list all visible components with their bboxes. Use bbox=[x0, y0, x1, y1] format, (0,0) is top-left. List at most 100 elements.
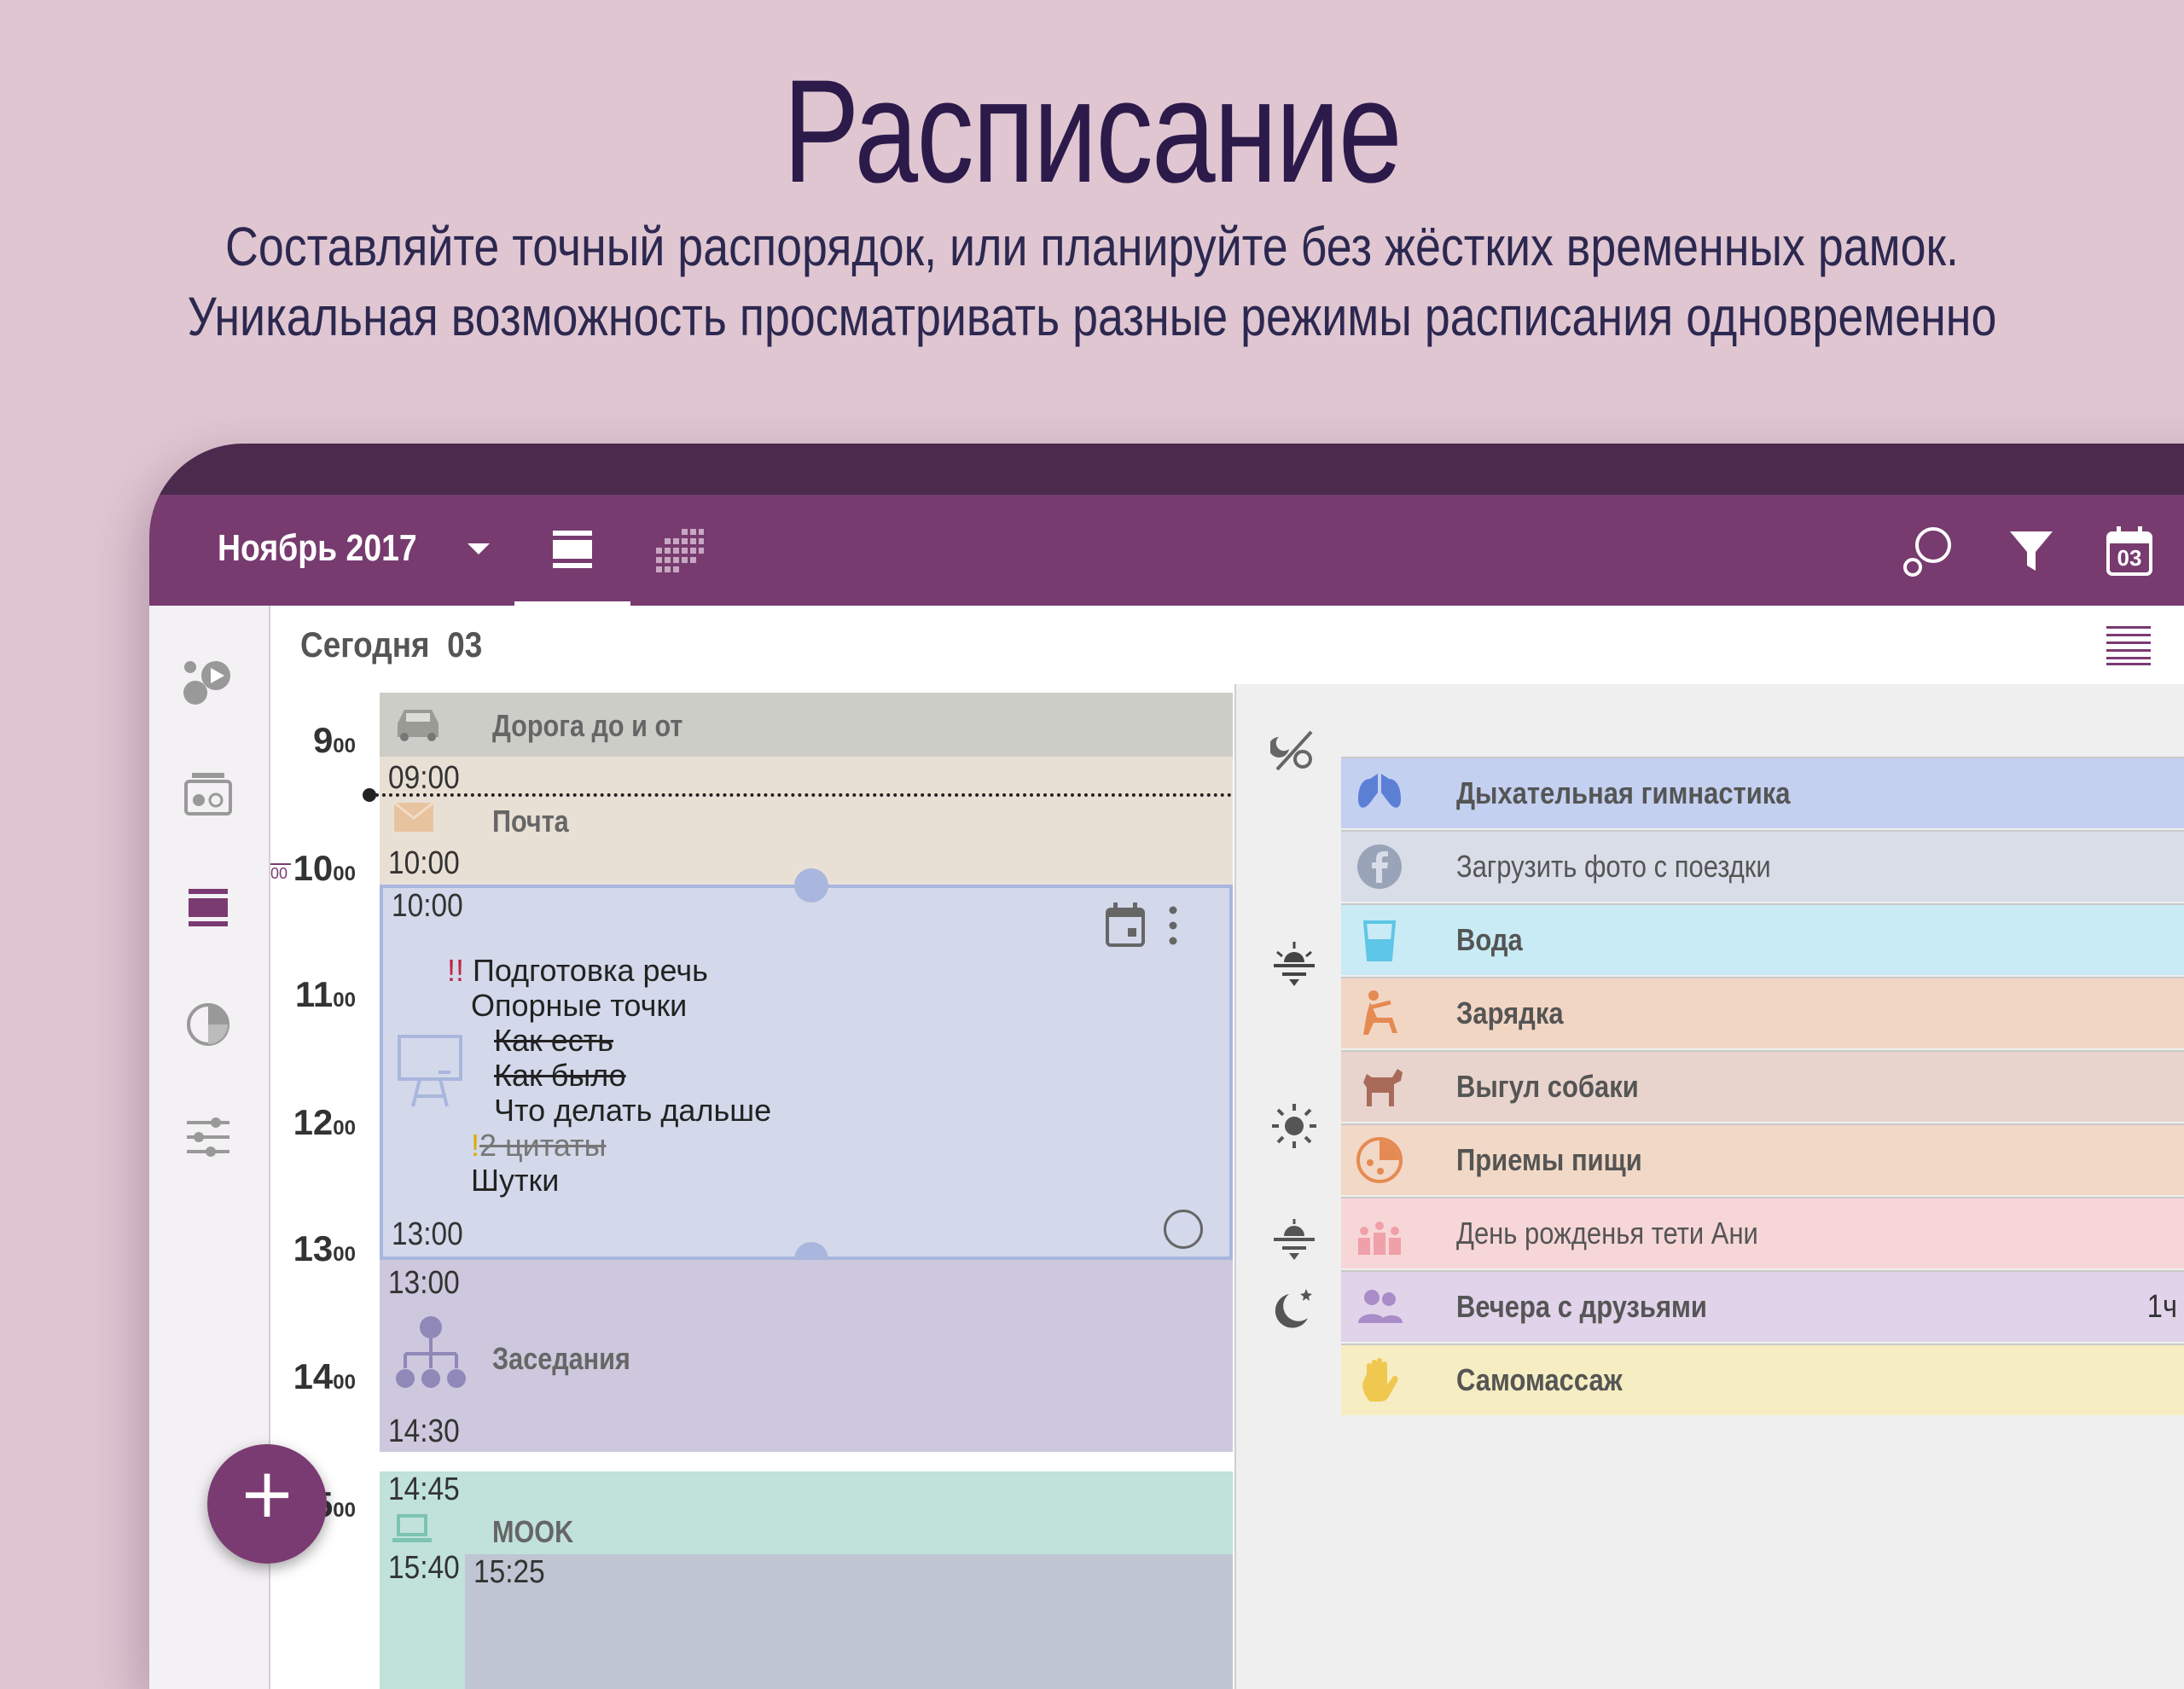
task-name: Дыхательная гимнастика bbox=[1456, 775, 1791, 810]
app-bar: Ноябрь 2017 03 bbox=[149, 495, 2184, 606]
sidebar-item-goals[interactable] bbox=[182, 655, 235, 708]
speech-item1: Как есть bbox=[494, 1023, 614, 1058]
task-name: Выгул собаки bbox=[1456, 1069, 1639, 1104]
tab-list-view[interactable] bbox=[514, 495, 630, 606]
compact-list-icon[interactable] bbox=[2106, 624, 2151, 665]
search-icon[interactable] bbox=[1902, 525, 1955, 578]
today-text: Сегодня bbox=[300, 624, 430, 665]
event-road-title: Дорога до и от bbox=[492, 708, 683, 743]
month-selector[interactable]: Ноябрь 2017 bbox=[218, 527, 417, 570]
more-vert-icon[interactable] bbox=[1166, 905, 1180, 946]
event-speech[interactable]: 10:00 !! Подготовка речь Опорные точки К… bbox=[380, 885, 1233, 1260]
event-mail[interactable]: 09:00 Почта 10:00 bbox=[380, 757, 1233, 885]
speech-sub1: Опорные точки bbox=[471, 988, 688, 1023]
timeline: 900 1000 1100 1200 1300 1400 500 00 Доро… bbox=[270, 684, 1234, 1689]
complete-checkbox[interactable] bbox=[1164, 1210, 1203, 1249]
task-row[interactable]: Приемы пищи1ч bbox=[1341, 1123, 2184, 1195]
event-speech-start: 10:00 bbox=[392, 888, 463, 924]
resize-handle-top[interactable] bbox=[794, 868, 828, 903]
exercise-icon bbox=[1355, 989, 1404, 1038]
task-duration: 1ч 20м bbox=[2146, 1289, 2184, 1325]
event-next-start: 15:25 bbox=[473, 1554, 545, 1590]
hero-title: Расписание bbox=[782, 49, 1403, 213]
event-meetings[interactable]: 13:00 Заседания 14:30 bbox=[380, 1260, 1233, 1452]
speech-title: !! Подготовка речь bbox=[447, 953, 708, 988]
task-row[interactable]: Зарядка15м bbox=[1341, 977, 2184, 1048]
event-speech-end: 13:00 bbox=[392, 1216, 463, 1252]
event-mail-end: 10:00 bbox=[388, 845, 460, 881]
day-night-icon[interactable] bbox=[1270, 727, 1318, 775]
unscheduled-pane: Дыхательная гимнастика15мЗагрузить фото … bbox=[1234, 684, 2184, 1689]
org-chart-icon bbox=[396, 1316, 466, 1388]
sun-icon[interactable] bbox=[1270, 1102, 1318, 1150]
speech-item4: !2 цитаты bbox=[471, 1128, 607, 1163]
calendar-today-icon[interactable]: 03 bbox=[2103, 525, 2156, 578]
task-row[interactable]: Вечера с друзьями 1ч 20м bbox=[1341, 1270, 2184, 1342]
filter-icon[interactable] bbox=[2005, 525, 2058, 578]
task-name: Самомассаж bbox=[1456, 1362, 1623, 1397]
sidebar-item-templates[interactable] bbox=[182, 768, 235, 821]
hero-subtitle-line1: Составляйте точный распорядок, или плани… bbox=[225, 216, 1959, 277]
task-row[interactable]: Загрузить фото с поездки3 bbox=[1341, 830, 2184, 902]
event-mail-title: Почта bbox=[492, 804, 569, 839]
sunrise-icon[interactable] bbox=[1270, 940, 1318, 988]
app-screen: Ноябрь 2017 03 Сегодня 03 900 1000 1100 … bbox=[149, 495, 2184, 1689]
water-glass-icon bbox=[1355, 915, 1404, 965]
task-row[interactable]: День рожденья тети Ани bbox=[1341, 1197, 2184, 1268]
tablet-frame: Ноябрь 2017 03 Сегодня 03 900 1000 1100 … bbox=[149, 444, 2184, 1689]
task-row[interactable]: Выгул собаки30м bbox=[1341, 1050, 2184, 1122]
sidebar-item-statistics[interactable] bbox=[182, 996, 235, 1049]
event-meetings-title: Заседания bbox=[492, 1341, 630, 1376]
speech-item3: Что делать дальше bbox=[494, 1093, 772, 1128]
calendar-today-label: 03 bbox=[2117, 545, 2142, 571]
day-header: Сегодня 03 bbox=[270, 606, 2184, 686]
night-moon-icon[interactable] bbox=[1270, 1286, 1318, 1333]
hour-label: 1300 bbox=[293, 1228, 356, 1268]
hand-icon bbox=[1355, 1355, 1404, 1405]
today-label[interactable]: Сегодня 03 bbox=[300, 624, 482, 665]
task-name: Приемы пищи bbox=[1456, 1142, 1642, 1177]
today-day-number: 03 bbox=[447, 624, 483, 665]
event-road[interactable]: Дорога до и от bbox=[380, 693, 1233, 757]
task-row[interactable]: Вода8 bbox=[1341, 903, 2184, 975]
lungs-icon bbox=[1355, 769, 1404, 818]
event-next[interactable]: 15:25 bbox=[465, 1554, 1233, 1689]
event-meetings-end: 14:30 bbox=[388, 1413, 460, 1449]
event-mooc-title: MOOK bbox=[492, 1514, 574, 1549]
speech-item2: Как было bbox=[494, 1058, 626, 1093]
friends-icon bbox=[1355, 1282, 1404, 1332]
task-name: Вода bbox=[1456, 922, 1523, 957]
car-icon bbox=[398, 710, 439, 741]
calendar-icon[interactable] bbox=[1104, 901, 1147, 949]
chevron-down-icon[interactable] bbox=[468, 543, 490, 554]
hour-label: 1100 bbox=[294, 974, 356, 1014]
task-row[interactable]: Дыхательная гимнастика15м bbox=[1341, 757, 2184, 828]
sidebar-item-settings[interactable] bbox=[182, 1111, 235, 1164]
task-name: Зарядка bbox=[1456, 995, 1564, 1030]
pizza-icon bbox=[1355, 1135, 1404, 1185]
grid-view-icon[interactable] bbox=[656, 527, 704, 575]
speech-sub2: Шутки bbox=[471, 1163, 560, 1198]
current-time-dot bbox=[363, 788, 376, 802]
hour-label: 900 bbox=[312, 720, 356, 760]
sidebar-item-schedule[interactable] bbox=[182, 882, 235, 935]
add-event-button[interactable]: + bbox=[207, 1444, 327, 1564]
event-mail-start: 09:00 bbox=[388, 760, 460, 796]
current-time-line bbox=[369, 793, 1232, 797]
task-list: Дыхательная гимнастика15мЗагрузить фото … bbox=[1341, 757, 2184, 1417]
task-row[interactable]: Самомассаж10м bbox=[1341, 1344, 2184, 1415]
laptop-icon bbox=[392, 1514, 432, 1542]
event-meetings-start: 13:00 bbox=[388, 1265, 460, 1301]
sunset-icon[interactable] bbox=[1270, 1217, 1318, 1265]
mail-icon bbox=[393, 801, 434, 832]
birthday-icon bbox=[1355, 1209, 1404, 1258]
current-minute-marker: 00 bbox=[270, 863, 291, 883]
hour-label: 1400 bbox=[293, 1356, 356, 1396]
event-mooc-start: 14:45 bbox=[388, 1471, 460, 1507]
dog-icon bbox=[1355, 1062, 1404, 1111]
event-mooc-end: 15:40 bbox=[388, 1550, 460, 1586]
hero-subtitle-line2: Уникальная возможность просматривать раз… bbox=[187, 286, 1997, 347]
task-name: Загрузить фото с поездки bbox=[1456, 849, 1771, 884]
facebook-icon bbox=[1355, 842, 1404, 891]
list-view-icon bbox=[553, 531, 592, 568]
